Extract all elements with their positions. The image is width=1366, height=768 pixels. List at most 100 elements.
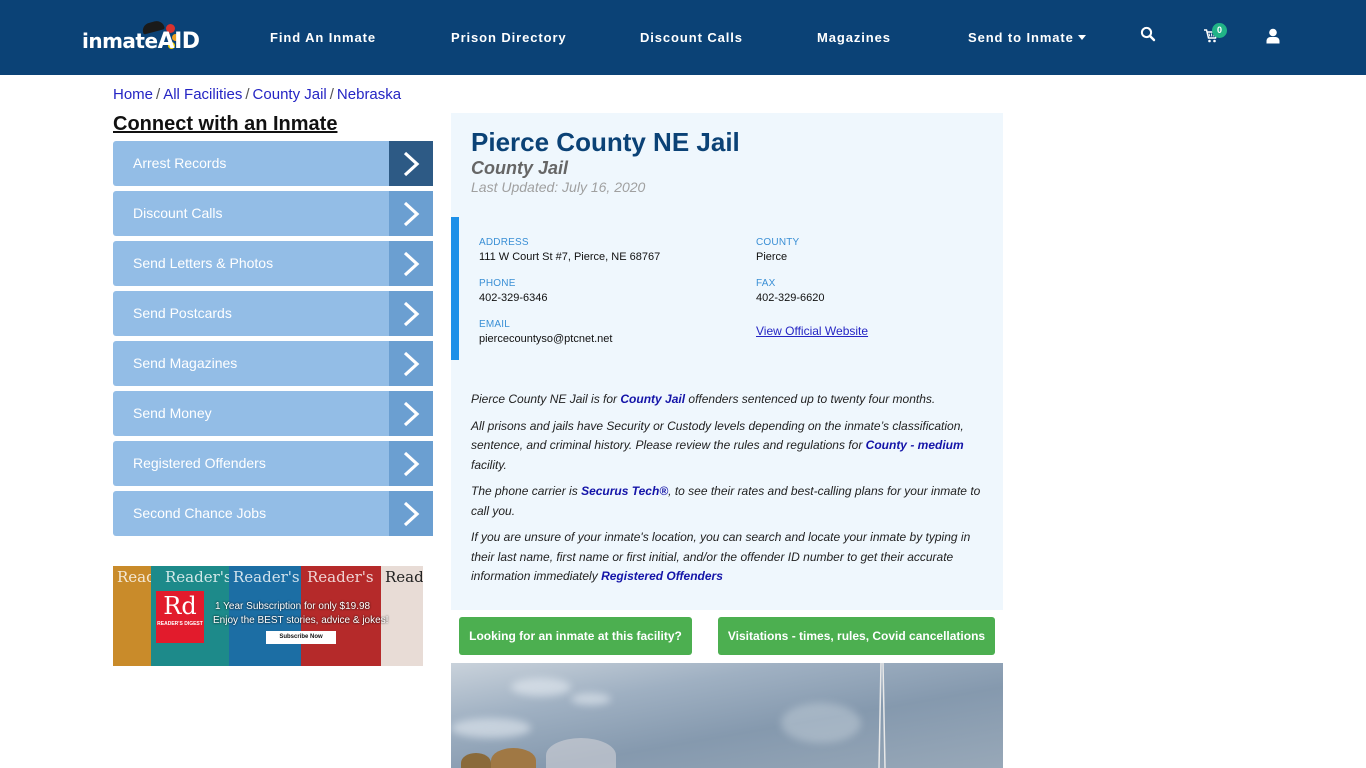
sidebar-menu: Arrest Records Discount Calls Send Lette… (113, 141, 433, 541)
logo-text: inmateAID (82, 29, 200, 54)
search-icon[interactable] (1140, 26, 1160, 46)
facility-name: Pierce County NE Jail (471, 127, 740, 157)
sidebar-item-send-money[interactable]: Send Money (113, 391, 433, 436)
breadcrumb-separator: / (245, 86, 250, 103)
readers-digest-logo: Rd READER'S DIGEST (156, 591, 204, 643)
sidebar-title: Connect with an Inmate (113, 113, 338, 135)
chevron-right-icon (389, 191, 433, 236)
caret-down-icon (1077, 35, 1086, 40)
county-field: COUNTY Pierce (756, 237, 799, 263)
chevron-right-icon (389, 491, 433, 536)
email-value: piercecountyso@ptcnet.net (479, 333, 613, 345)
breadcrumb-nebraska[interactable]: Nebraska (337, 86, 401, 103)
securus-tech-link[interactable]: Securus Tech® (581, 484, 668, 498)
breadcrumb-county-jail[interactable]: County Jail (253, 86, 327, 103)
breadcrumb-all-facilities[interactable]: All Facilities (163, 86, 242, 103)
description-text: facility. (471, 457, 507, 472)
sidebar-item-label: Registered Offenders (133, 455, 266, 471)
nav-send-to-inmate[interactable]: Send to Inmate (968, 30, 1086, 45)
phone-label: PHONE (479, 278, 516, 289)
description-text: The phone carrier is (471, 484, 582, 498)
radio-tower (878, 663, 886, 768)
site-logo[interactable]: inmateAID (82, 19, 200, 54)
chevron-right-icon (389, 441, 433, 486)
nav-find-an-inmate[interactable]: Find An Inmate (270, 30, 376, 45)
ad-masthead: Reader's (385, 568, 423, 586)
sidebar-item-second-chance-jobs[interactable]: Second Chance Jobs (113, 491, 433, 536)
chevron-right-icon (389, 291, 433, 336)
facility-info-panel: ADDRESS 111 W Court St #7, Pierce, NE 68… (451, 217, 1003, 360)
tree-shape (461, 753, 491, 768)
facility-photo (451, 663, 1003, 768)
top-navbar: inmateAID Find An Inmate Prison Director… (0, 0, 1366, 75)
logo-text-main: inmate (82, 29, 158, 53)
breadcrumb-home[interactable]: Home (113, 86, 153, 103)
sidebar-item-send-postcards[interactable]: Send Postcards (113, 291, 433, 336)
chevron-right-icon (389, 241, 433, 286)
chevron-right-icon (389, 391, 433, 436)
registered-offenders-link[interactable]: Registered Offenders (601, 569, 723, 583)
fax-field: FAX 402-329-6620 (756, 278, 825, 304)
looking-for-inmate-button[interactable]: Looking for an inmate at this facility? (459, 617, 692, 655)
facility-description: Pierce County NE Jail is for County Jail… (471, 390, 986, 594)
facility-type: County Jail (471, 158, 569, 178)
address-value: 111 W Court St #7, Pierce, NE 68767 (479, 251, 661, 263)
description-paragraph: The phone carrier is Securus Tech®, to s… (471, 482, 986, 521)
readers-digest-ad[interactable]: Reader's Reader's Reader's Reader's Read… (113, 566, 423, 666)
email-field: EMAIL piercecountyso@ptcnet.net (479, 319, 612, 345)
description-paragraph: All prisons and jails have Security or C… (471, 417, 986, 476)
county-jail-link[interactable]: County Jail (620, 392, 685, 406)
description-text: Pierce County NE Jail is for (471, 392, 621, 406)
description-paragraph: Pierce County NE Jail is for County Jail… (471, 390, 986, 410)
nav-magazines[interactable]: Magazines (817, 30, 891, 45)
phone-field: PHONE 402-329-6346 (479, 278, 548, 304)
fax-label: FAX (756, 278, 776, 289)
nav-discount-calls[interactable]: Discount Calls (640, 30, 743, 45)
sidebar-item-arrest-records[interactable]: Arrest Records (113, 141, 433, 186)
nav-prison-directory[interactable]: Prison Directory (451, 30, 567, 45)
fax-value: 402-329-6620 (756, 292, 825, 304)
view-official-website-link[interactable]: View Official Website (756, 324, 868, 338)
ad-tagline-text: Enjoy the BEST stories, advice & jokes! (213, 615, 389, 626)
address-field: ADDRESS 111 W Court St #7, Pierce, NE 68… (479, 237, 660, 263)
breadcrumb-separator: / (329, 86, 334, 103)
cart-count-badge: 0 (1212, 23, 1227, 38)
facility-card: Pierce County NE Jail County Jail Last U… (451, 113, 1003, 610)
cloud-shape (511, 678, 571, 696)
sidebar-item-discount-calls[interactable]: Discount Calls (113, 191, 433, 236)
ad-masthead: Reader's (165, 568, 232, 586)
description-text: offenders sentenced up to twenty four mo… (685, 392, 936, 406)
sidebar-item-label: Discount Calls (133, 205, 223, 221)
sidebar-item-label: Arrest Records (133, 155, 227, 171)
sidebar-item-send-letters-photos[interactable]: Send Letters & Photos (113, 241, 433, 286)
ad-offer-text: 1 Year Subscription for only $19.98 (215, 601, 371, 612)
sidebar-item-send-magazines[interactable]: Send Magazines (113, 341, 433, 386)
breadcrumb: Home / All Facilities / County Jail / Nebraska (113, 86, 401, 103)
magazine-cover-image: Reader's (113, 566, 184, 666)
county-medium-link[interactable]: County - medium (866, 438, 964, 452)
phone-value: 402-329-6346 (479, 292, 548, 304)
sidebar-item-label: Second Chance Jobs (133, 505, 267, 521)
ad-masthead: Reader's (233, 568, 300, 586)
user-icon[interactable] (1266, 28, 1286, 48)
breadcrumb-separator: / (156, 86, 161, 103)
ad-masthead: Reader's (307, 568, 374, 586)
chevron-right-icon (389, 341, 433, 386)
address-label: ADDRESS (479, 237, 529, 248)
chevron-right-icon (389, 141, 433, 186)
tree-shape (491, 748, 536, 768)
county-label: COUNTY (756, 237, 800, 248)
info-accent-bar (451, 217, 459, 360)
cloud-shape (571, 693, 611, 705)
sidebar-item-registered-offenders[interactable]: Registered Offenders (113, 441, 433, 486)
email-label: EMAIL (479, 319, 511, 330)
sidebar-item-label: Send Money (133, 405, 212, 421)
cloud-shape (451, 718, 531, 738)
description-paragraph: If you are unsure of your inmate's locat… (471, 528, 986, 587)
rd-logo-text: Rd (163, 592, 197, 620)
ad-subscribe-button[interactable]: Subscribe Now (266, 631, 336, 644)
county-value: Pierce (756, 251, 788, 263)
tree-shape (546, 738, 616, 768)
logo-text-accent: AID (157, 29, 200, 54)
visitations-button[interactable]: Visitations - times, rules, Covid cancel… (718, 617, 995, 655)
